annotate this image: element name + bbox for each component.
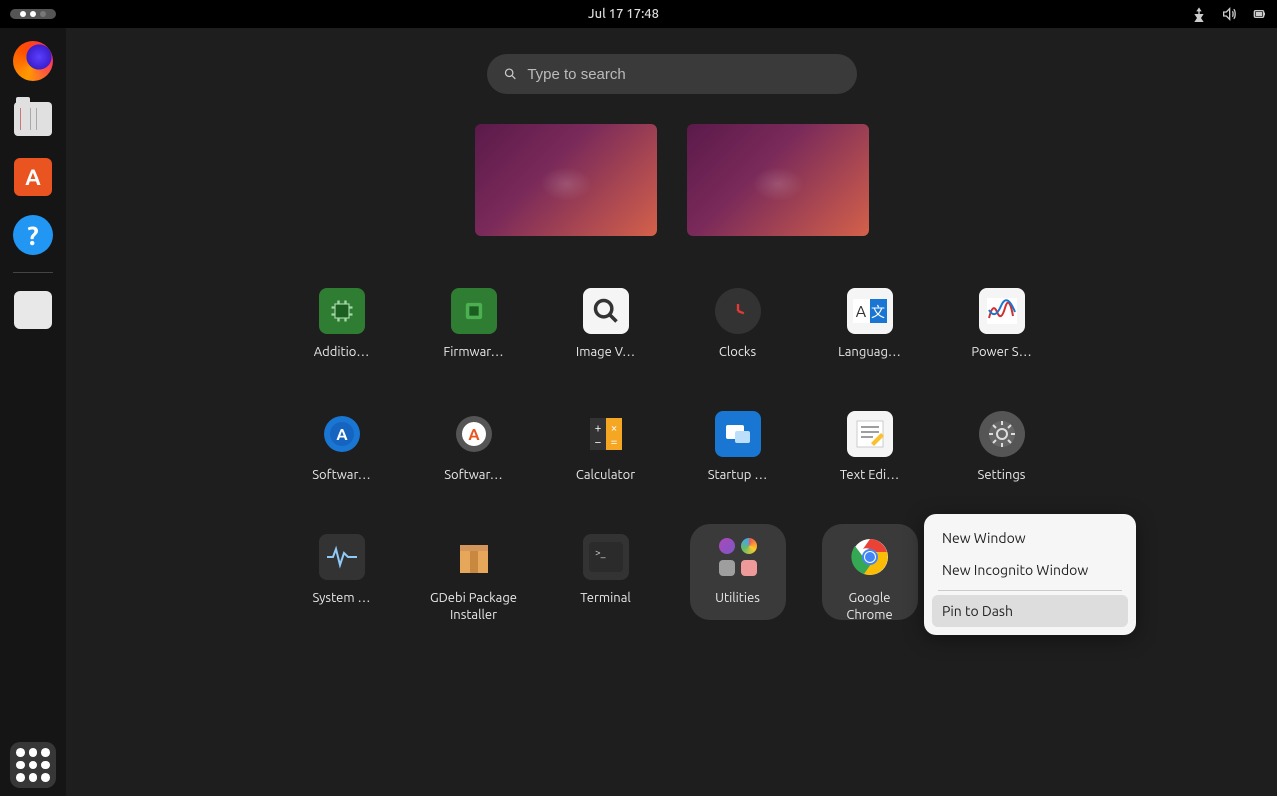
software-store-icon: A bbox=[14, 158, 52, 196]
app-label: Text Edi… bbox=[840, 467, 899, 484]
search-bar[interactable] bbox=[487, 54, 857, 94]
settings-icon bbox=[979, 411, 1025, 457]
app-label: Image V… bbox=[576, 344, 635, 361]
dock-files[interactable] bbox=[10, 96, 56, 142]
search-input[interactable] bbox=[527, 66, 840, 83]
context-new-incognito-window[interactable]: New Incognito Window bbox=[932, 554, 1128, 586]
app-text-editor[interactable]: Text Edi… bbox=[804, 411, 936, 484]
svg-text:A: A bbox=[336, 426, 348, 444]
app-label: System … bbox=[313, 590, 371, 607]
app-system-monitor[interactable]: System … bbox=[276, 534, 408, 624]
clock[interactable]: Jul 17 17:48 bbox=[588, 7, 659, 21]
network-icon bbox=[1191, 6, 1207, 22]
app-label: Settings bbox=[978, 467, 1026, 484]
context-pin-to-dash[interactable]: Pin to Dash bbox=[932, 595, 1128, 627]
topbar-left bbox=[10, 9, 56, 19]
app-label: Clocks bbox=[719, 344, 756, 361]
activities-indicator[interactable] bbox=[10, 9, 56, 19]
app-label: Softwar… bbox=[444, 467, 503, 484]
dock: A ? ♻ bbox=[0, 28, 66, 796]
help-icon: ? bbox=[13, 215, 53, 255]
show-applications-button[interactable] bbox=[10, 742, 56, 788]
firefox-icon bbox=[13, 41, 53, 81]
trash-icon: ♻ bbox=[14, 291, 52, 329]
app-settings[interactable]: Settings bbox=[936, 411, 1068, 484]
app-label: GDebi Package Installer bbox=[429, 590, 519, 624]
volume-icon bbox=[1221, 6, 1237, 22]
context-menu: New Window New Incognito Window Pin to D… bbox=[924, 514, 1136, 635]
system-status-area[interactable] bbox=[1191, 6, 1267, 22]
files-icon bbox=[14, 102, 52, 136]
app-google-chrome[interactable]: Google Chrome bbox=[804, 534, 936, 624]
app-startup-applications[interactable]: Startup … bbox=[672, 411, 804, 484]
software-properties-icon: A bbox=[319, 411, 365, 457]
dock-software[interactable]: A bbox=[10, 154, 56, 200]
app-terminal[interactable]: >_ Terminal bbox=[540, 534, 672, 624]
svg-text:>_: >_ bbox=[595, 547, 606, 558]
workspace-1[interactable] bbox=[475, 124, 657, 236]
chip-icon bbox=[319, 288, 365, 334]
app-image-viewer[interactable]: Image V… bbox=[540, 288, 672, 361]
utilities-folder-icon bbox=[715, 534, 761, 580]
app-label: Languag… bbox=[838, 344, 901, 361]
workspace-switcher bbox=[475, 124, 869, 236]
svg-text:A: A bbox=[855, 303, 866, 321]
dock-trash[interactable]: ♻ bbox=[10, 287, 56, 333]
apps-grid-icon bbox=[16, 748, 50, 782]
app-label: Power S… bbox=[971, 344, 1031, 361]
search-icon bbox=[503, 66, 518, 82]
app-label: Utilities bbox=[715, 590, 760, 607]
app-software-updater[interactable]: A Softwar… bbox=[408, 411, 540, 484]
terminal-icon: >_ bbox=[583, 534, 629, 580]
app-label: Startup … bbox=[708, 467, 768, 484]
app-language-support[interactable]: A文 Languag… bbox=[804, 288, 936, 361]
clock-icon bbox=[715, 288, 761, 334]
app-label: Google Chrome bbox=[825, 590, 915, 624]
system-monitor-icon bbox=[319, 534, 365, 580]
app-additional-drivers[interactable]: Additio… bbox=[276, 288, 408, 361]
software-updater-icon: A bbox=[451, 411, 497, 457]
svg-text:=: = bbox=[610, 436, 617, 449]
dock-firefox[interactable] bbox=[10, 38, 56, 84]
top-bar: Jul 17 17:48 bbox=[0, 0, 1277, 28]
activities-overview: Additio… Firmwar… Image V… Clocks A文 Lan… bbox=[66, 28, 1277, 796]
app-label: Firmwar… bbox=[443, 344, 503, 361]
app-gdebi[interactable]: GDebi Package Installer bbox=[408, 534, 540, 624]
dock-help[interactable]: ? bbox=[10, 212, 56, 258]
svg-text:×: × bbox=[610, 422, 617, 435]
context-separator bbox=[938, 590, 1122, 591]
startup-apps-icon bbox=[715, 411, 761, 457]
text-editor-icon bbox=[847, 411, 893, 457]
chrome-icon bbox=[847, 534, 893, 580]
app-label: Terminal bbox=[580, 590, 631, 607]
app-calculator[interactable]: +−×= Calculator bbox=[540, 411, 672, 484]
app-label: Additio… bbox=[314, 344, 370, 361]
language-icon: A文 bbox=[847, 288, 893, 334]
power-stats-icon bbox=[979, 288, 1025, 334]
dock-separator bbox=[13, 272, 53, 273]
app-power-statistics[interactable]: Power S… bbox=[936, 288, 1068, 361]
app-software-updates[interactable]: A Softwar… bbox=[276, 411, 408, 484]
firmware-icon bbox=[451, 288, 497, 334]
app-label: Calculator bbox=[576, 467, 635, 484]
app-folder-utilities[interactable]: Utilities bbox=[672, 534, 804, 624]
battery-icon bbox=[1251, 6, 1267, 22]
app-firmware-updater[interactable]: Firmwar… bbox=[408, 288, 540, 361]
app-clocks[interactable]: Clocks bbox=[672, 288, 804, 361]
package-icon bbox=[451, 534, 497, 580]
context-new-window[interactable]: New Window bbox=[932, 522, 1128, 554]
svg-text:−: − bbox=[594, 436, 601, 449]
app-label: Softwar… bbox=[312, 467, 371, 484]
workspace-2[interactable] bbox=[687, 124, 869, 236]
svg-text:+: + bbox=[594, 422, 601, 435]
image-viewer-icon bbox=[583, 288, 629, 334]
calculator-icon: +−×= bbox=[583, 411, 629, 457]
svg-text:文: 文 bbox=[871, 304, 885, 320]
svg-text:A: A bbox=[468, 426, 480, 444]
